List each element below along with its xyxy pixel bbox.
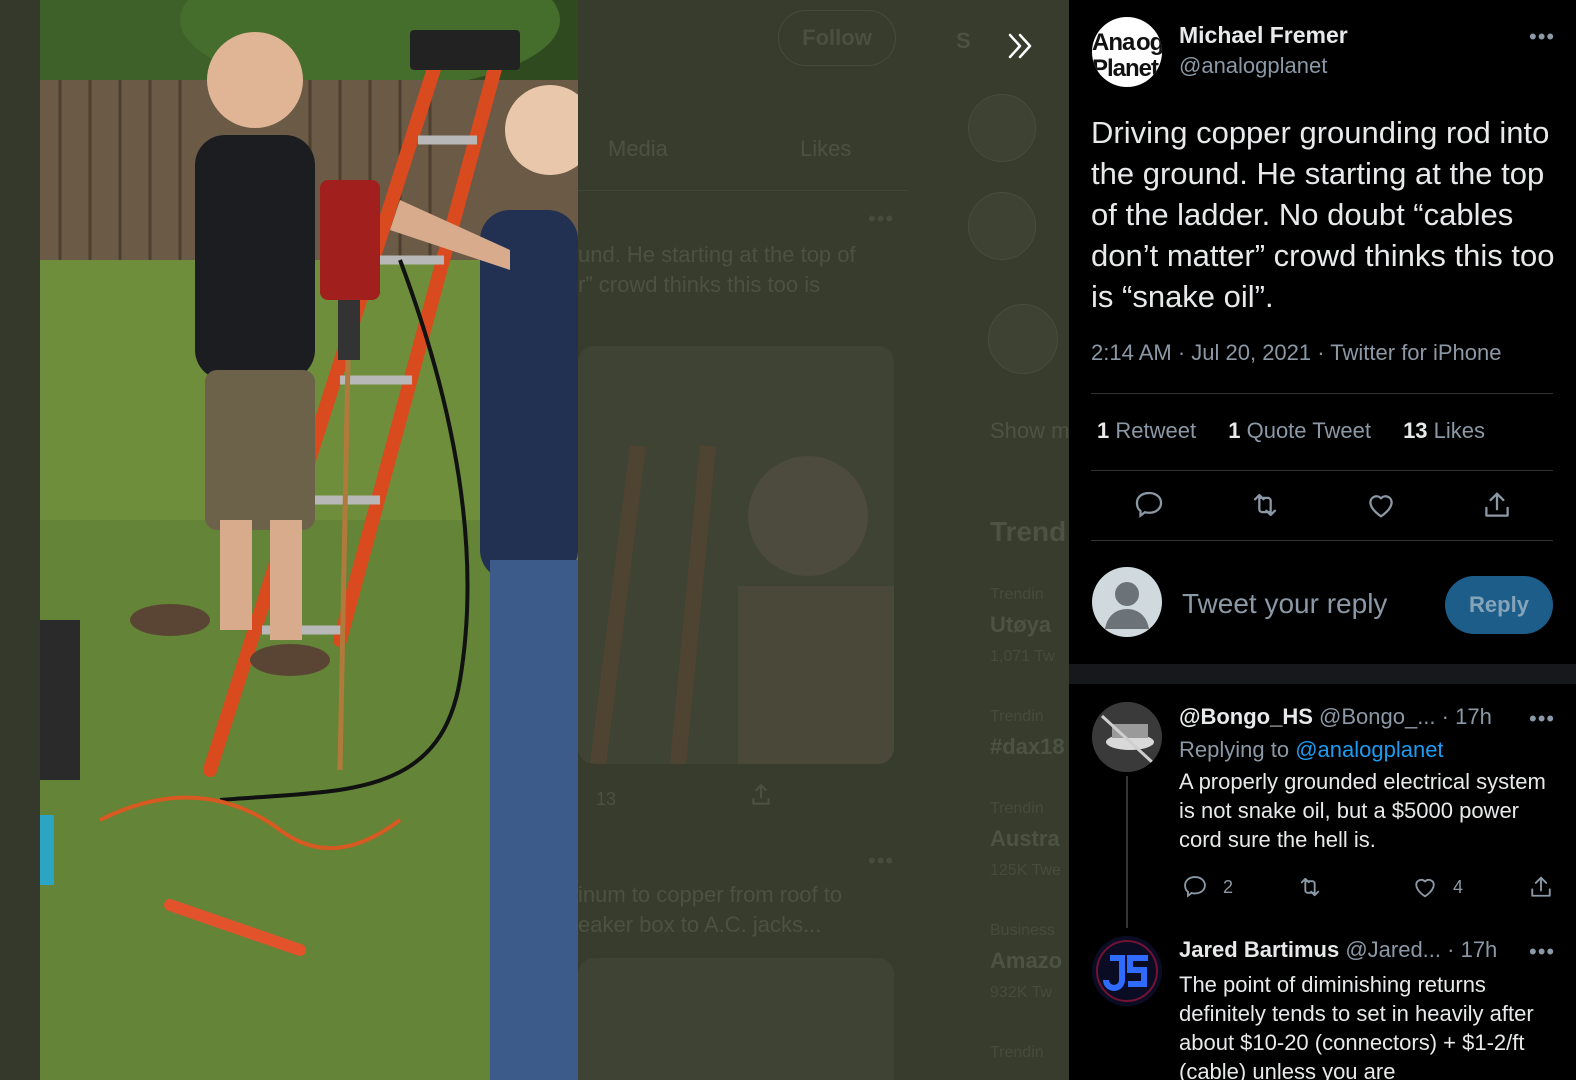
background-tweet-image <box>578 346 894 764</box>
trends-heading: Trend <box>990 516 1067 547</box>
reply-author-handle[interactable]: @Bongo_... <box>1319 704 1436 729</box>
reply-text: The point of diminishing returns definit… <box>1179 972 1534 1080</box>
show-more-link[interactable]: Show m <box>990 418 1069 444</box>
trend-count: 125K Twe <box>990 862 1061 879</box>
retweet-icon[interactable] <box>1296 873 1324 901</box>
tweet-text: Driving copper grounding rod into the gr… <box>1091 115 1555 314</box>
avatar-logo-text: Planet <box>1092 55 1159 82</box>
avatar-logo-text: Ana <box>1092 29 1135 56</box>
reply-icon[interactable] <box>1181 873 1209 901</box>
tab-likes[interactable]: Likes <box>800 136 851 162</box>
reply-count: 2 <box>1223 876 1234 897</box>
reply-more-icon[interactable]: ••• <box>1529 939 1555 965</box>
author-avatar[interactable]: Ana og Planet <box>1092 17 1162 87</box>
reply-time[interactable]: · 17h <box>1442 704 1492 729</box>
like-count: 4 <box>1453 876 1464 897</box>
tweet-stats: 1 Retweet 1 Quote Tweet 13 Likes <box>1097 418 1511 444</box>
trend-category: Trendin <box>990 586 1044 603</box>
media-viewer: Follow S Media Likes ••• und. He startin… <box>0 0 1576 1080</box>
background-more-icon[interactable]: ••• <box>868 206 894 232</box>
background-tweet-snippet-1b: r” crowd thinks this too is <box>578 272 821 297</box>
retweet-icon[interactable] <box>1248 488 1282 522</box>
reply-input[interactable]: Tweet your reply <box>1182 588 1387 620</box>
section-separator <box>1069 664 1576 684</box>
reply-author-name[interactable]: @Bongo_HS <box>1179 704 1313 729</box>
background-avatar-3 <box>988 304 1058 374</box>
background-tweet-snippet-2b: eaker box to A.C. jacks... <box>578 912 822 937</box>
retweet-stat[interactable]: 1 Retweet <box>1097 418 1196 443</box>
reply-button[interactable]: Reply <box>1445 576 1553 634</box>
trend-title[interactable]: Utøya <box>990 612 1051 638</box>
background-search-fragment: S <box>956 28 971 53</box>
reply-author-name[interactable]: Jared Bartimus <box>1179 937 1339 962</box>
background-share-icon[interactable] <box>748 782 774 808</box>
reply-author-avatar[interactable] <box>1092 702 1162 772</box>
like-icon[interactable] <box>1364 488 1398 522</box>
author-name[interactable]: Michael Fremer <box>1179 22 1348 49</box>
divider <box>1091 540 1553 541</box>
tab-media[interactable]: Media <box>608 136 668 162</box>
author-handle[interactable]: @analogplanet <box>1179 53 1327 79</box>
quote-stat[interactable]: 1 Quote Tweet <box>1228 418 1371 443</box>
reply-like-action[interactable]: 4 <box>1411 872 1463 902</box>
current-user-avatar[interactable] <box>1092 567 1162 637</box>
reply-author-handle[interactable]: @Jared... <box>1345 937 1441 962</box>
photo-illustration <box>40 0 578 1080</box>
likes-stat[interactable]: 13 Likes <box>1403 418 1485 443</box>
background-avatar-1 <box>968 94 1036 162</box>
trend-title[interactable]: Austra <box>990 826 1060 852</box>
reply-header: @Bongo_HS @Bongo_... · 17h <box>1179 704 1492 730</box>
more-options-icon[interactable]: ••• <box>1529 24 1555 50</box>
follow-button[interactable]: Follow <box>778 10 896 66</box>
collapse-pane-icon[interactable] <box>1004 30 1036 62</box>
trend-category: Trendin <box>990 708 1044 725</box>
thread-line <box>1126 776 1128 928</box>
trend-count: 1,071 Tw <box>990 648 1055 665</box>
reply-time[interactable]: · 17h <box>1447 937 1497 962</box>
background-tweet-image-2 <box>578 958 894 1080</box>
trend-category: Trendin <box>990 800 1044 817</box>
tweet-timestamp[interactable]: 2:14 AM · Jul 20, 2021 · Twitter for iPh… <box>1091 340 1501 366</box>
background-avatar-2 <box>968 192 1036 260</box>
reply-icon[interactable] <box>1132 488 1166 522</box>
replying-to-link[interactable]: @analogplanet <box>1295 737 1443 762</box>
replying-to-label: Replying to <box>1179 737 1290 762</box>
reply-share-action[interactable] <box>1527 872 1555 902</box>
background-tweet-snippet-1a: und. He starting at the top of <box>578 242 856 267</box>
trend-count: 932K Tw <box>990 984 1052 1001</box>
trend-category: Trendin <box>990 1044 1044 1061</box>
reply-text: A properly grounded electrical system is… <box>1179 769 1546 852</box>
trend-title[interactable]: Amazo <box>990 948 1062 974</box>
like-icon[interactable] <box>1411 873 1439 901</box>
trend-category: Business <box>990 922 1055 939</box>
avatar-logo-text: og <box>1136 29 1162 56</box>
replying-to-line: Replying to @analogplanet <box>1179 737 1444 763</box>
trend-title[interactable]: #dax18 <box>990 734 1065 760</box>
background-timeline: Follow S Media Likes ••• und. He startin… <box>578 0 1070 1080</box>
share-icon[interactable] <box>1480 488 1514 522</box>
share-icon[interactable] <box>1527 873 1555 901</box>
reply-reply-action[interactable]: 2 <box>1181 872 1233 902</box>
tab-divider <box>578 190 908 191</box>
tweet-photo[interactable] <box>40 0 578 1080</box>
reply-more-icon[interactable]: ••• <box>1529 706 1555 732</box>
reply-retweet-action[interactable] <box>1296 872 1338 902</box>
divider <box>1091 393 1553 394</box>
reply-author-avatar[interactable] <box>1092 936 1162 1006</box>
background-like-count: 13 <box>596 789 617 809</box>
tweet-detail-pane: Ana og Planet Michael Fremer @analogplan… <box>1069 0 1576 1080</box>
background-more-icon-2[interactable]: ••• <box>868 848 894 874</box>
divider <box>1091 470 1553 471</box>
reply-header: Jared Bartimus @Jared... · 17h <box>1179 937 1497 963</box>
background-tweet-snippet-2a: inum to copper from roof to <box>578 882 843 907</box>
